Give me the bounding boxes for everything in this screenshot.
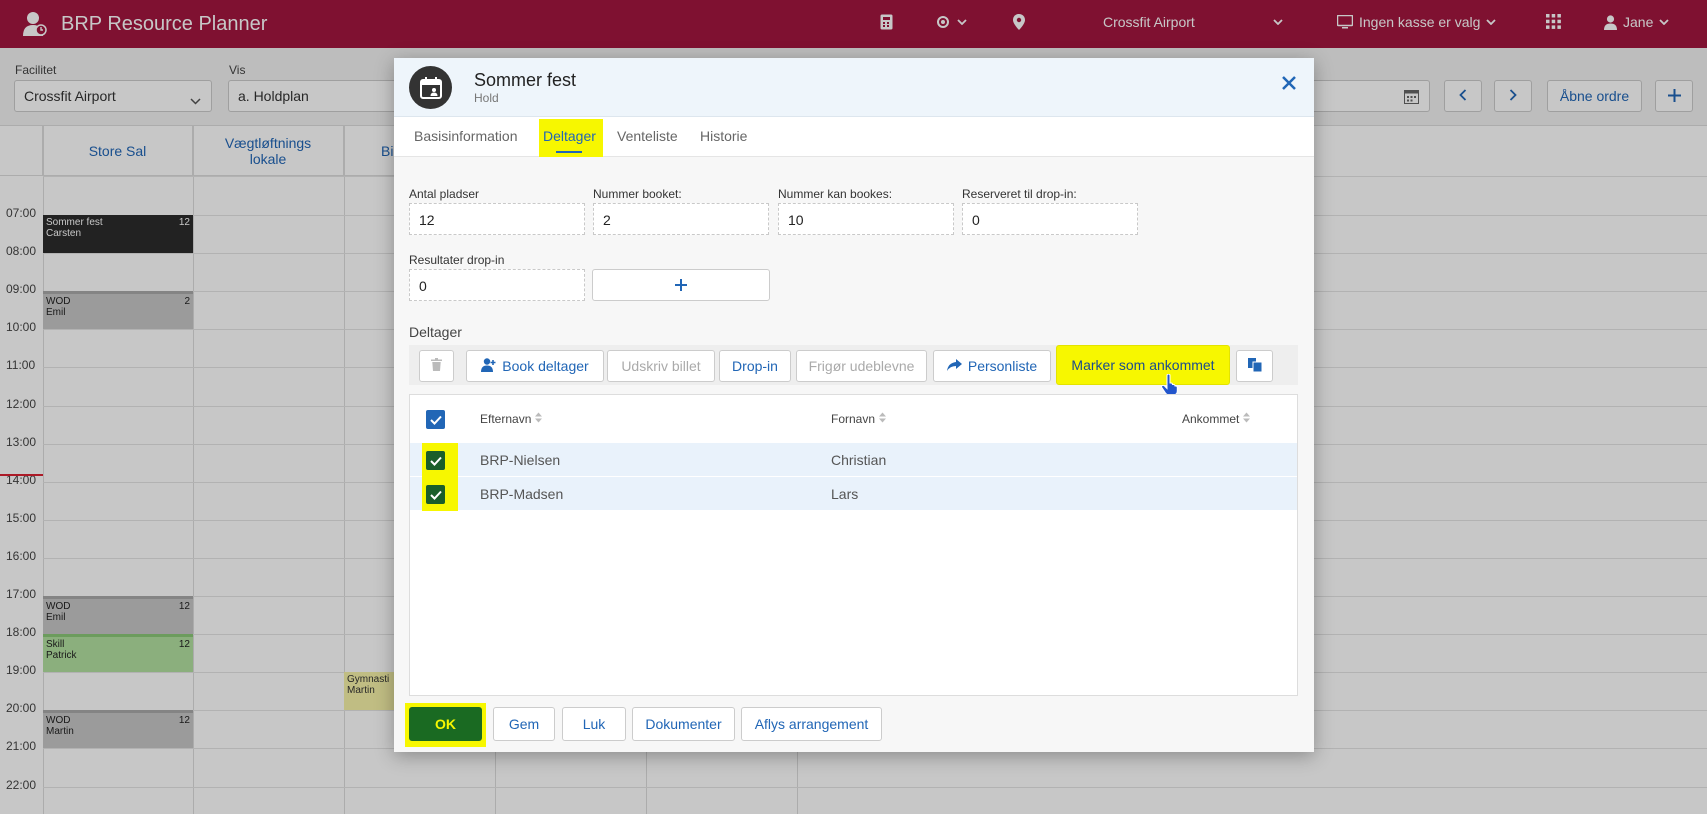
column-header-label: Efternavn xyxy=(480,412,532,426)
tab-active-indicator xyxy=(556,151,582,153)
export-button[interactable] xyxy=(1236,350,1273,382)
table-row[interactable]: BRP-Nielsen Christian xyxy=(410,443,1297,477)
close-icon[interactable] xyxy=(1282,76,1296,93)
participants-table: Efternavn Fornavn Ankommet BRP-Nielsen C… xyxy=(409,394,1298,696)
event-modal: Sommer fest Hold Basisinformation Deltag… xyxy=(394,58,1314,752)
modal-footer: OK Gem Luk Dokumenter Aflys arrangement xyxy=(394,697,1314,752)
bookable-field[interactable]: 10 xyxy=(778,203,954,235)
calendar-user-icon xyxy=(409,66,452,109)
last-name-cell: BRP-Madsen xyxy=(480,486,564,502)
row-checkbox[interactable] xyxy=(426,451,445,470)
sort-icon xyxy=(535,412,543,426)
first-name-cell: Lars xyxy=(831,486,859,502)
cancel-event-button[interactable]: Aflys arrangement xyxy=(741,707,882,741)
release-no-shows-button[interactable]: Frigør udeblevne xyxy=(796,350,927,382)
modal-header: Sommer fest Hold xyxy=(394,58,1314,117)
tab-venteliste[interactable]: Venteliste xyxy=(617,117,678,157)
save-button[interactable]: Gem xyxy=(493,707,555,741)
column-header-label: Ankommet xyxy=(1182,412,1240,426)
share-arrow-icon xyxy=(946,358,962,374)
modal-body: Antal pladser 12 Nummer booket: 2 Nummer… xyxy=(394,157,1314,697)
modal-subtitle: Hold xyxy=(474,91,499,105)
reserved-field[interactable]: 0 xyxy=(962,203,1138,235)
reserved-label: Reserveret til drop-in: xyxy=(962,187,1077,201)
first-name-cell: Christian xyxy=(831,452,887,468)
add-user-icon xyxy=(481,357,496,375)
modal-title: Sommer fest xyxy=(474,70,577,90)
book-participant-label: Book deltager xyxy=(502,358,589,374)
results-field[interactable]: 0 xyxy=(409,269,585,301)
row-checkbox[interactable] xyxy=(426,485,445,504)
tab-historie[interactable]: Historie xyxy=(700,117,747,157)
ok-button[interactable]: OK xyxy=(409,707,482,741)
seats-label: Antal pladser xyxy=(409,187,480,201)
last-name-cell: BRP-Nielsen xyxy=(480,452,561,468)
book-participant-button[interactable]: Book deltager xyxy=(466,350,604,382)
copy-documents-icon xyxy=(1247,357,1262,375)
person-list-button[interactable]: Personliste xyxy=(933,350,1051,382)
table-row[interactable]: BRP-Madsen Lars xyxy=(410,477,1297,511)
dropin-button[interactable]: Drop-in xyxy=(719,350,791,382)
plus-icon xyxy=(675,275,687,296)
column-header-fornavn[interactable]: Fornavn xyxy=(831,412,887,426)
modal-tabs: Basisinformation Deltager Venteliste His… xyxy=(394,117,1314,157)
column-header-label: Fornavn xyxy=(831,412,876,426)
column-header-efternavn[interactable]: Efternavn xyxy=(480,412,543,426)
sort-icon xyxy=(1243,412,1251,426)
tab-basisinformation[interactable]: Basisinformation xyxy=(414,117,518,157)
booked-field[interactable]: 2 xyxy=(593,203,769,235)
add-dropin-button[interactable] xyxy=(592,269,770,301)
select-all-checkbox[interactable] xyxy=(426,410,445,429)
seats-field[interactable]: 12 xyxy=(409,203,585,235)
booked-label: Nummer booket: xyxy=(593,187,682,201)
sort-icon xyxy=(879,412,887,426)
person-list-label: Personliste xyxy=(967,358,1038,374)
documents-button[interactable]: Dokumenter xyxy=(632,707,735,741)
close-button[interactable]: Luk xyxy=(562,707,626,741)
participants-section-title: Deltager xyxy=(409,324,462,340)
trash-icon xyxy=(431,358,442,374)
results-label: Resultater drop-in xyxy=(409,253,505,267)
mark-arrived-button[interactable]: Marker som ankommet xyxy=(1056,345,1230,385)
column-header-ankommet[interactable]: Ankommet xyxy=(1182,412,1251,426)
delete-button[interactable] xyxy=(419,350,454,382)
print-ticket-button[interactable]: Udskriv billet xyxy=(607,350,715,382)
bookable-label: Nummer kan bookes: xyxy=(778,187,893,201)
